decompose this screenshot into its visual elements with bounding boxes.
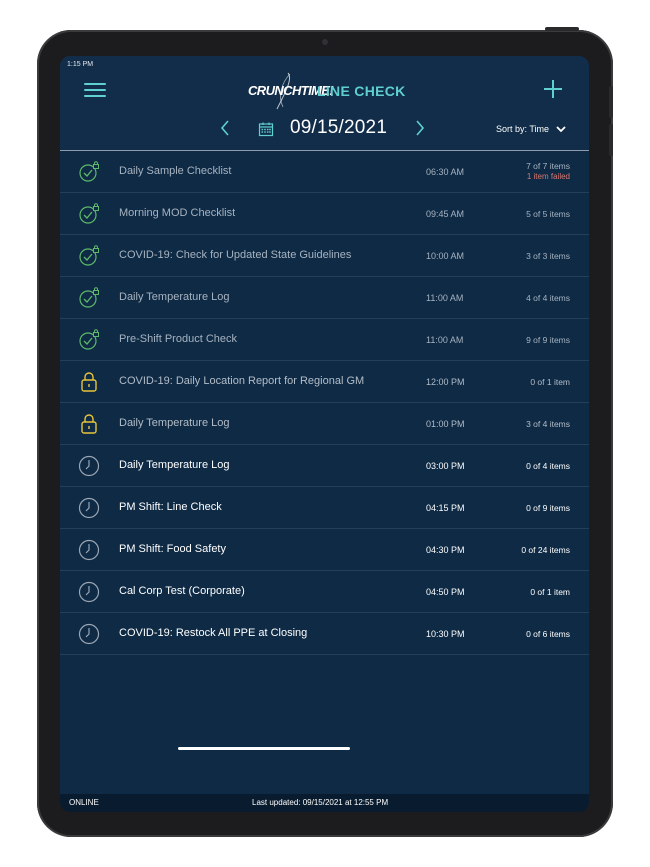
- checklist-row[interactable]: Daily Temperature Log 03:00 PM 0 of 4 item…: [60, 445, 589, 487]
- checklist-name: Cal Corp Test (Corporate): [119, 585, 245, 597]
- checklist-name: Daily Temperature Log: [119, 459, 230, 471]
- checklist-row[interactable]: Pre-Shift Product Check 11:00 AM 9 of 9 it…: [60, 319, 589, 361]
- checklist-name: Daily Temperature Log: [119, 417, 230, 429]
- sort-dropdown[interactable]: Sort by: Time: [496, 124, 566, 134]
- checklist-name: Pre-Shift Product Check: [119, 333, 237, 345]
- status-time: 1:15 PM: [67, 61, 94, 68]
- checklist-item-count: 0 of 9 items: [526, 503, 570, 513]
- checklist-row[interactable]: Cal Corp Test (Corporate) 04:50 PM 0 of 1 …: [60, 571, 589, 613]
- checklist-name: PM Shift: Food Safety: [119, 543, 226, 555]
- checklist-item-count: 0 of 1 item: [530, 587, 570, 597]
- last-updated-text: Last updated: 09/15/2021 at 12:55 PM: [252, 798, 389, 807]
- front-camera: [322, 39, 328, 45]
- checklist-name: Morning MOD Checklist: [119, 207, 236, 219]
- checklist-item-count: 0 of 24 items: [521, 545, 570, 555]
- checklist-row[interactable]: COVID-19: Check for Updated State Guidel…: [60, 235, 589, 277]
- clock-icon: [78, 623, 100, 645]
- checklist-time: 04:50 PM: [426, 587, 465, 597]
- check-lock-icon: [78, 329, 100, 351]
- app-logo: CRUNCHTIME! LINE CHECK: [245, 72, 406, 110]
- checklist-name: PM Shift: Line Check: [119, 501, 222, 513]
- checklist-name: COVID-19: Restock All PPE at Closing: [119, 627, 308, 639]
- device-volume-up-button: [609, 86, 613, 118]
- checklist-item-count: 9 of 9 items: [526, 335, 570, 345]
- chevron-down-icon: [555, 126, 566, 133]
- checklist-row[interactable]: PM Shift: Food Safety 04:30 PM 0 of 24 ite…: [60, 529, 589, 571]
- sort-label: Sort by: Time: [496, 124, 550, 134]
- add-checklist-button[interactable]: [542, 78, 564, 100]
- top-bar: 1:15 PM CRUNCHTIME! LINE CHECK 09/15/202…: [60, 56, 589, 151]
- clock-icon: [78, 455, 100, 477]
- checklist-name: COVID-19: Daily Location Report for Regi…: [119, 375, 365, 387]
- checklist-time: 04:30 PM: [426, 545, 465, 555]
- checklist-row[interactable]: Morning MOD Checklist 09:45 AM 5 of 5 item…: [60, 193, 589, 235]
- checklist-list: Daily Sample Checklist 06:30 AM 7 of 7 ite…: [60, 151, 589, 655]
- checklist-item-count: 5 of 5 items: [526, 209, 570, 219]
- device-power-button: [545, 27, 579, 31]
- checklist-row[interactable]: COVID-19: Daily Location Report for Regi…: [60, 361, 589, 403]
- check-lock-icon: [78, 203, 100, 225]
- chevron-right-icon[interactable]: [413, 118, 427, 138]
- checklist-item-count: 7 of 7 items: [526, 161, 570, 171]
- checklist-item-count: 3 of 3 items: [526, 251, 570, 261]
- lock-icon: [78, 413, 100, 435]
- clock-icon: [78, 497, 100, 519]
- checklist-row[interactable]: PM Shift: Line Check 04:15 PM 0 of 9 items: [60, 487, 589, 529]
- checklist-time: 10:00 AM: [426, 251, 465, 261]
- checklist-item-count: 0 of 6 items: [526, 629, 570, 639]
- checklist-row[interactable]: Daily Temperature Log 11:00 AM 4 of 4 item…: [60, 277, 589, 319]
- home-indicator[interactable]: [178, 747, 350, 750]
- checklist-time: 12:00 PM: [426, 377, 465, 387]
- checklist-row[interactable]: Daily Temperature Log 01:00 PM 3 of 4 item…: [60, 403, 589, 445]
- chevron-left-icon[interactable]: [218, 118, 232, 138]
- checklist-time: 11:00 AM: [426, 293, 464, 303]
- checklist-name: Daily Temperature Log: [119, 291, 230, 303]
- logo-product-text: LINE CHECK: [317, 83, 406, 99]
- clock-icon: [78, 581, 100, 603]
- checklist-row[interactable]: COVID-19: Restock All PPE at Closing 10:3…: [60, 613, 589, 655]
- checklist-item-count: 0 of 4 items: [526, 461, 570, 471]
- device-volume-down-button: [609, 124, 613, 156]
- clock-icon: [78, 539, 100, 561]
- checklist-item-count: 3 of 4 items: [526, 419, 570, 429]
- footer-bar: ONLINE Last updated: 09/15/2021 at 12:55…: [60, 794, 589, 812]
- checklist-name: COVID-19: Check for Updated State Guidel…: [119, 249, 352, 261]
- checklist-row[interactable]: Daily Sample Checklist 06:30 AM 7 of 7 ite…: [60, 151, 589, 193]
- check-lock-icon: [78, 161, 100, 183]
- connection-status: ONLINE: [69, 798, 99, 807]
- lock-icon: [78, 371, 100, 393]
- checklist-time: 09:45 AM: [426, 209, 465, 219]
- calendar-icon[interactable]: [258, 121, 274, 137]
- check-lock-icon: [78, 287, 100, 309]
- checklist-time: 11:00 AM: [426, 335, 464, 345]
- checklist-time: 01:00 PM: [426, 419, 465, 429]
- checklist-failed-count: 1 item failed: [526, 172, 570, 181]
- checklist-time: 04:15 PM: [426, 503, 465, 513]
- checklist-time: 03:00 PM: [426, 461, 465, 471]
- app-screen: 1:15 PM CRUNCHTIME! LINE CHECK 09/15/202…: [60, 56, 589, 812]
- checklist-item-count: 4 of 4 items: [526, 293, 570, 303]
- checklist-name: Daily Sample Checklist: [119, 165, 232, 177]
- selected-date[interactable]: 09/15/2021: [290, 117, 387, 139]
- checklist-time: 06:30 AM: [426, 167, 465, 177]
- checklist-time: 10:30 PM: [426, 629, 465, 639]
- hamburger-menu-icon[interactable]: [84, 81, 106, 99]
- check-lock-icon: [78, 245, 100, 267]
- checklist-item-count: 0 of 1 item: [530, 377, 570, 387]
